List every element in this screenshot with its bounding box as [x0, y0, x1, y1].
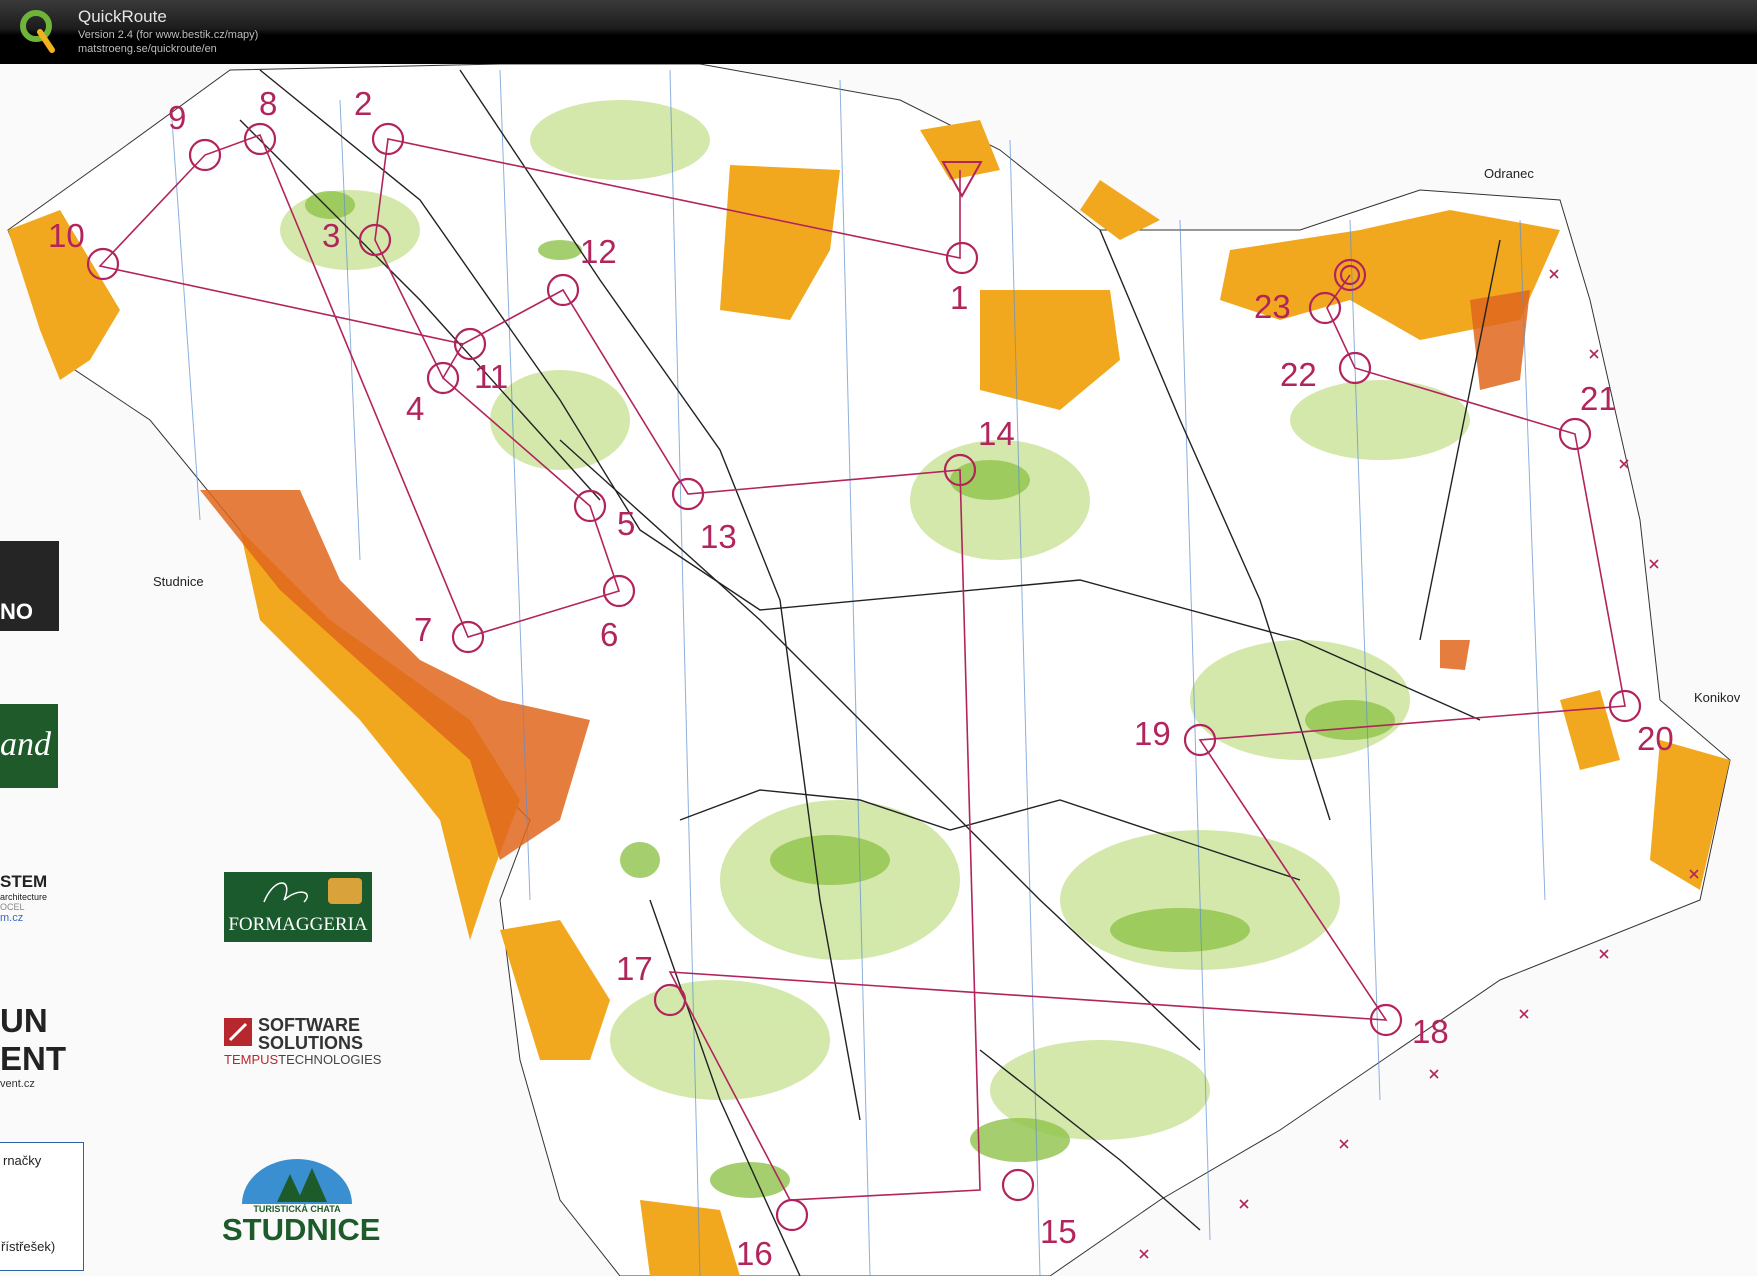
control-number: 18 — [1412, 1013, 1449, 1050]
map-canvas[interactable]: 1 2 3 4 5 6 7 8 9 10 11 12 13 14 15 16 1… — [0, 64, 1757, 1276]
sponsor-text: and — [0, 726, 51, 763]
control-number: 22 — [1280, 356, 1317, 393]
title-bar: QuickRoute Version 2.4 (for www.bestik.c… — [0, 0, 1757, 64]
control-number: 23 — [1254, 288, 1291, 325]
sponsor-formaggeria: FORMAGGERIA — [224, 872, 372, 942]
control-number: 8 — [259, 85, 277, 122]
control-number: 2 — [354, 85, 372, 122]
control-number: 16 — [736, 1235, 773, 1272]
control-number: 21 — [1580, 380, 1617, 417]
formaggeria-logo-icon — [263, 878, 362, 904]
control-number: 15 — [1040, 1213, 1077, 1250]
quickroute-logo-icon — [20, 10, 55, 53]
sponsor-stem: STEM architecture OCEL m.cz — [0, 872, 47, 924]
sponsor-software-solutions: SOFTWARE SOLUTIONS TEMPUSTECHNOLOGIES — [224, 1016, 381, 1068]
control-number: 5 — [617, 505, 635, 542]
sponsor-text: OCEL — [0, 902, 25, 912]
sponsor-text: TECHNOLOGIES — [278, 1052, 382, 1067]
control-number: 10 — [48, 217, 85, 254]
sponsor-logo-dark: NO — [0, 541, 59, 631]
legend-text: řístřešek) — [1, 1239, 56, 1254]
sponsor-text: vent.cz — [0, 1078, 35, 1090]
map-legend: rnačky řístřešek) — [0, 1142, 84, 1271]
app-version: Version 2.4 (for www.bestik.cz/mapy) — [78, 29, 259, 41]
legend-text: rnačky — [3, 1153, 42, 1168]
place-odranec: Odranec — [1484, 166, 1534, 181]
control-number: 3 — [322, 217, 340, 254]
control-number: 13 — [700, 518, 737, 555]
control-number: 12 — [580, 233, 617, 270]
sponsor-text: ENT — [0, 1040, 66, 1077]
control-number: 7 — [414, 611, 432, 648]
control-number: 17 — [616, 950, 653, 987]
sponsor-studnice: TURISTICKÁ CHATA STUDNICE — [222, 1154, 381, 1247]
app-url: matstroeng.se/quickroute/en — [78, 43, 217, 55]
sponsor-event: UN ENT vent.cz — [0, 1002, 66, 1090]
place-konikov: Konikov — [1694, 690, 1741, 705]
app-title: QuickRoute — [78, 7, 167, 26]
sponsor-logo-green: and — [0, 704, 58, 788]
sponsor-text: STUDNICE — [222, 1212, 381, 1247]
orienteering-map[interactable]: 1 2 3 4 5 6 7 8 9 10 11 12 13 14 15 16 1… — [0, 64, 1757, 1276]
sponsor-text: FORMAGGERIA — [228, 914, 368, 935]
control-number: 1 — [950, 279, 968, 316]
sponsor-text: STEM — [0, 872, 48, 891]
place-studnice: Studnice — [153, 574, 204, 589]
sponsor-text: TEMPUS — [224, 1052, 279, 1067]
sponsor-text: NO — [0, 599, 33, 624]
control-number: 19 — [1134, 715, 1171, 752]
control-number: 20 — [1637, 720, 1674, 757]
control-number: 9 — [168, 99, 186, 136]
control-number: 4 — [406, 390, 424, 427]
studnice-logo-icon — [242, 1159, 352, 1204]
sponsor-text: architecture — [0, 892, 48, 902]
sponsor-text: TEMPUSTECHNOLOGIES — [224, 1052, 381, 1068]
sponsor-text: m.cz — [0, 912, 24, 924]
control-number: 14 — [978, 415, 1015, 452]
sponsor-text: UN — [0, 1002, 48, 1039]
control-number: 6 — [600, 616, 618, 653]
software-logo-icon — [224, 1018, 252, 1046]
control-number: 11 — [474, 358, 508, 395]
